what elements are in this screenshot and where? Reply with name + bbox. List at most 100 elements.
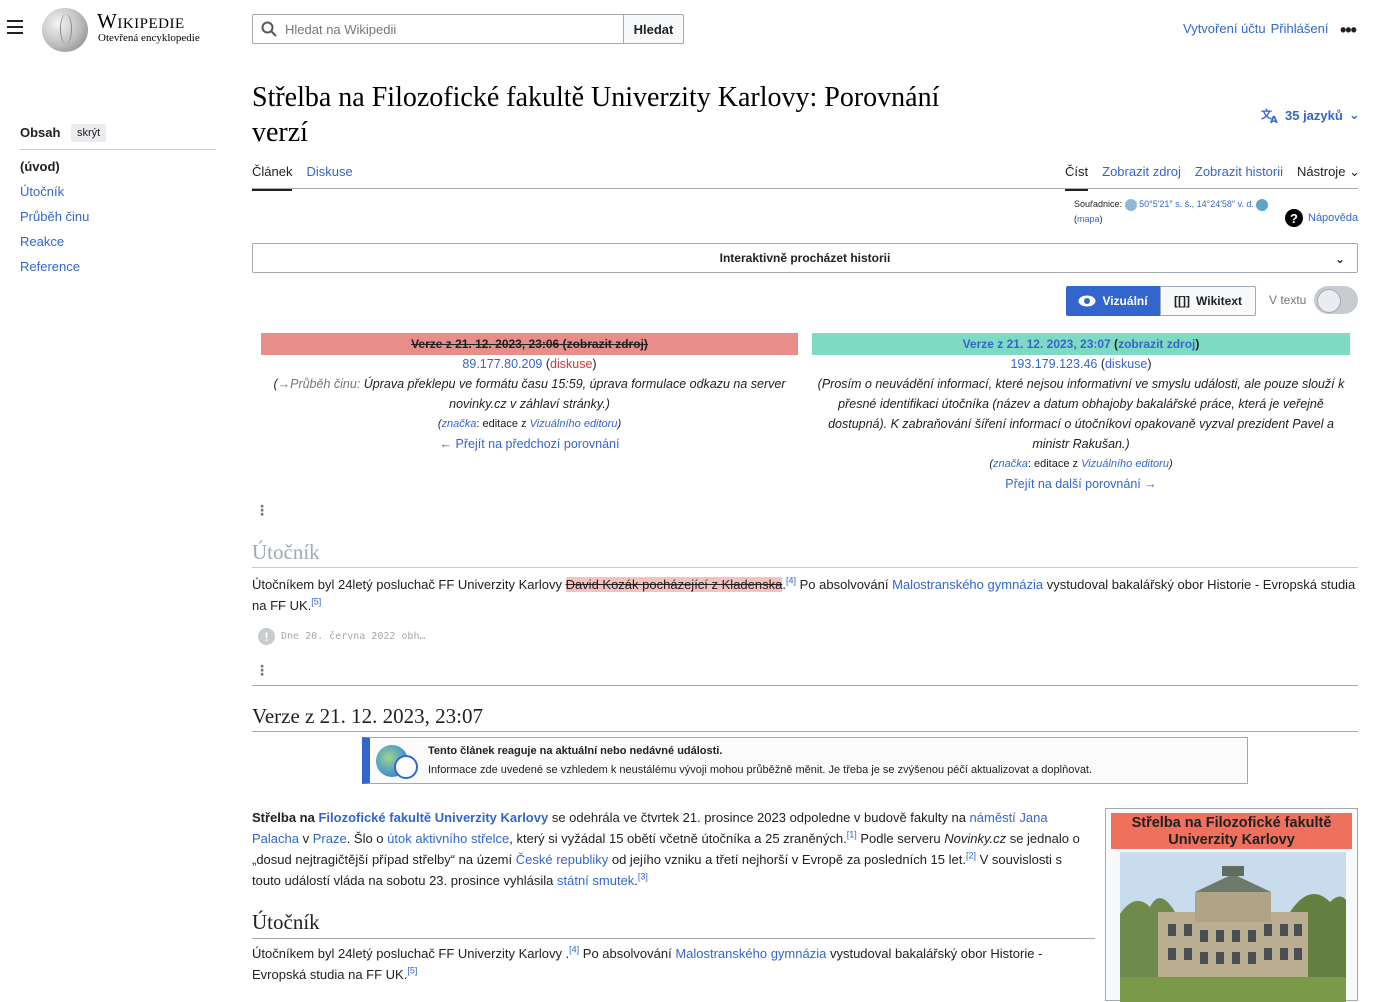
active-shooter-link[interactable]: útok aktivního střelce (387, 831, 509, 846)
tab-view-history[interactable]: Zobrazit historii (1195, 164, 1283, 191)
language-button[interactable]: 文A 35 jazyků ⌄ (1261, 107, 1360, 123)
toc-item-course[interactable]: Průběh činu (20, 208, 89, 233)
wordmark[interactable]: Wikipedie (97, 9, 185, 34)
new-user-link[interactable]: 193.179.123.46 (1010, 357, 1097, 371)
new-version-header[interactable]: Verze z 21. 12. 2023, 23:07 (zobrazit zd… (812, 333, 1350, 355)
old-user-link[interactable]: 89.177.80.209 (462, 357, 542, 371)
tab-view-source[interactable]: Zobrazit zdroj (1102, 164, 1181, 191)
diff-section-divider (252, 567, 1358, 568)
interactive-history-bar[interactable]: Interaktivně procházet historii ⌄ (252, 243, 1358, 273)
map-link[interactable]: mapa (1077, 214, 1100, 224)
gymnasium-link[interactable]: Malostranského gymnázia (675, 946, 826, 961)
language-count: 35 jazyků (1285, 107, 1343, 123)
main-menu-button[interactable] (7, 20, 23, 34)
prague-link[interactable]: Praze (313, 831, 347, 846)
help-label: Nápověda (1308, 212, 1359, 224)
inline-toggle-switch[interactable] (1314, 286, 1358, 314)
ref-2[interactable]: [2] (966, 851, 976, 861)
globe-icon[interactable] (1256, 198, 1269, 211)
old-talk-link[interactable]: diskuse (550, 357, 592, 371)
new-source-link[interactable]: zobrazit zdroj (1118, 337, 1195, 351)
ref-5[interactable]: [5] (311, 597, 321, 607)
tag-link[interactable]: značka (993, 458, 1028, 470)
search-icon (261, 21, 277, 37)
lead-text: , který si vyžádal 15 obětí včetně útočn… (509, 831, 847, 846)
ref-3[interactable]: [3] (638, 872, 648, 882)
ref-5[interactable]: [5] (407, 966, 417, 976)
current-event-notice: Tento článek reaguje na aktuální nebo ne… (362, 737, 1248, 784)
tab-read[interactable]: Číst (1065, 164, 1089, 191)
czech-republic-link[interactable]: České republiky (516, 852, 609, 867)
toc-divider (20, 149, 216, 150)
help-link[interactable]: ? Nápověda (1285, 209, 1358, 227)
faculty-building-photo[interactable] (1120, 852, 1346, 1002)
expand-context-icon[interactable]: ⋮ (255, 662, 269, 679)
tab-tools[interactable]: Nástroje ⌄ (1297, 164, 1360, 191)
more-options-icon[interactable]: ••• (1340, 20, 1357, 41)
lead-text: . Šlo o (346, 831, 388, 846)
search-input[interactable]: Hledat na Wikipedii (252, 14, 624, 44)
lead-bold: Střelba na (252, 810, 319, 825)
collapsed-change[interactable]: ! Dne 20. června 2022 obh… (258, 628, 426, 645)
visual-editor-link[interactable]: Vizuálního editoru (530, 418, 618, 430)
ref-4[interactable]: [4] (786, 576, 796, 586)
new-version-link[interactable]: Verze z 21. 12. 2023, 23:07 (963, 337, 1111, 351)
help-icon: ? (1285, 209, 1303, 227)
old-source-link[interactable]: zobrazit zdroj (567, 337, 644, 351)
lead-text: v (298, 831, 313, 846)
new-talk-link[interactable]: diskuse (1105, 357, 1147, 371)
chevron-down-icon: ⌄ (1348, 107, 1360, 122)
lead-text: Podle serveru (856, 831, 945, 846)
old-summary-text: Úprava překlepu ve formátu času 15:59, ú… (363, 377, 786, 411)
chevron-down-icon: ⌄ (1334, 252, 1345, 266)
toc-item-reactions[interactable]: Reakce (20, 233, 89, 258)
toc-title: Obsah (20, 125, 61, 140)
old-version-link[interactable]: Verze z 21. 12. 2023, 23:06 (411, 337, 559, 351)
new-tag: (značka: editace z Vizuálního editoru) (989, 458, 1173, 470)
state-mourning-link[interactable]: státní smutek (557, 873, 634, 888)
lead-text: od jejího vzniku a třetí nejhorší v Evro… (608, 852, 966, 867)
gymnasium-link[interactable]: Malostranského gymnázia (892, 577, 1043, 592)
chevron-down-icon: ⌄ (1349, 164, 1360, 179)
wikitext-icon: [[]] (1174, 294, 1191, 308)
previous-diff-link[interactable]: ← Přejít na předchozí porovnání (440, 437, 620, 451)
coordinates-link[interactable]: 50°5′21″ s. š., 14°24′58″ v. d. (1139, 199, 1254, 209)
visual-editor-link[interactable]: Vizuálního editoru (1081, 458, 1169, 470)
login-link[interactable]: Přihlášení (1271, 21, 1329, 36)
toc-item-attacker[interactable]: Útočník (20, 183, 89, 208)
new-edit-summary: (Prosím o neuvádění informací, které nej… (817, 377, 1345, 451)
old-section-link[interactable]: →Průběh činu: (278, 377, 361, 391)
toc-item-references[interactable]: Reference (20, 258, 89, 283)
tag-link[interactable]: značka (442, 418, 477, 430)
search-button[interactable]: Hledat (623, 14, 684, 44)
version-heading: Verze z 21. 12. 2023, 23:07 (252, 704, 483, 728)
wikitext-diff-button[interactable]: [[]] Wikitext (1160, 286, 1256, 316)
old-version-header[interactable]: Verze z 21. 12. 2023, 23:06 (zobrazit zd… (261, 333, 798, 355)
ref-1[interactable]: [1] (847, 830, 857, 840)
globe-icon[interactable] (1124, 198, 1137, 211)
create-account-link[interactable]: Vytvoření účtu (1183, 21, 1266, 36)
faculty-link[interactable]: Filozofické fakultě Univerzity Karlovy (318, 810, 548, 825)
ref-4[interactable]: [4] (569, 945, 579, 955)
diff-section-heading: Útočník (252, 540, 320, 564)
wikitext-label: Wikitext (1196, 294, 1242, 308)
expand-context-icon[interactable]: ⋮ (255, 502, 269, 519)
diff-paragraph: Útočníkem byl 24letý posluchač FF Univer… (252, 575, 1356, 613)
language-icon: 文A (1261, 107, 1278, 123)
novinky-name: Novinky.cz (944, 831, 1007, 846)
visual-label: Vizuální (1102, 294, 1148, 308)
tab-article[interactable]: Článek (252, 164, 293, 191)
notice-title: Tento článek reaguje na aktuální nebo ne… (428, 744, 723, 757)
toc-hide-button[interactable]: skrýt (71, 124, 107, 142)
wikipedia-globe-logo[interactable] (42, 8, 88, 52)
next-diff-link[interactable]: Přejít na další porovnání → (1005, 477, 1156, 491)
tab-tools-label: Nástroje (1297, 164, 1346, 179)
visual-diff-button[interactable]: Vizuální (1066, 286, 1160, 316)
old-version-info: 89.177.80.209 (diskuse) (→Průběh činu: Ú… (261, 354, 798, 454)
tag-text: : editace z (476, 418, 530, 430)
para-text: Útočníkem byl 24letý posluchač FF Univer… (252, 946, 570, 961)
search-placeholder: Hledat na Wikipedii (285, 21, 397, 37)
old-edit-summary: (→Průběh činu: Úprava překlepu ve formát… (273, 377, 786, 411)
tab-talk[interactable]: Diskuse (306, 164, 352, 191)
toc-item-intro[interactable]: (úvod) (20, 158, 89, 183)
